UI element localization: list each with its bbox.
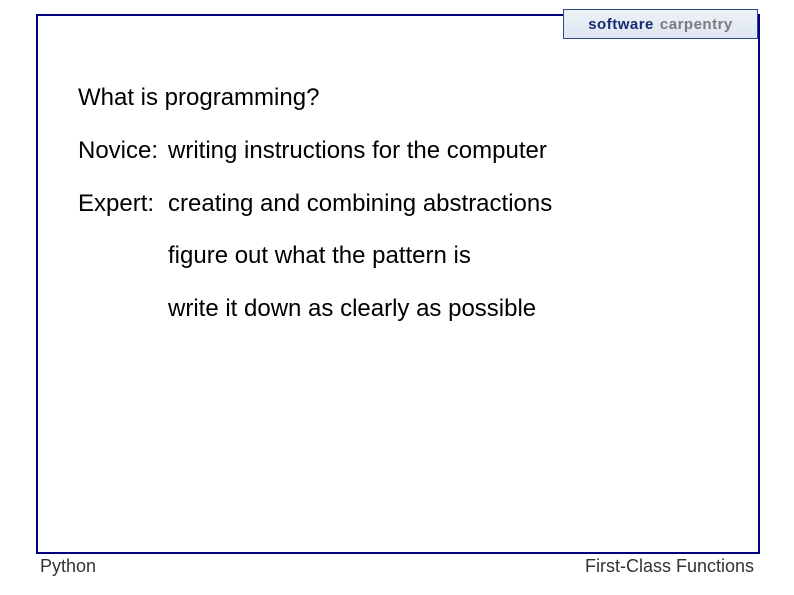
logo-software-carpentry: software carpentry — [563, 9, 758, 39]
logo-word-carpentry: carpentry — [660, 16, 733, 33]
novice-text: writing instructions for the computer — [168, 137, 547, 166]
expert-label: Expert: — [78, 190, 168, 219]
logo-word-software: software — [588, 16, 654, 33]
novice-label: Novice: — [78, 137, 168, 166]
slide-heading: What is programming? — [78, 84, 319, 113]
footer-left: Python — [40, 556, 96, 577]
slide-content: What is programming? Novice: writing ins… — [78, 84, 718, 348]
expert-bullet-1: figure out what the pattern is — [168, 242, 471, 271]
expert-bullet-2: write it down as clearly as possible — [168, 295, 536, 324]
expert-text: creating and combining abstractions — [168, 190, 552, 219]
footer-right: First-Class Functions — [585, 556, 754, 577]
